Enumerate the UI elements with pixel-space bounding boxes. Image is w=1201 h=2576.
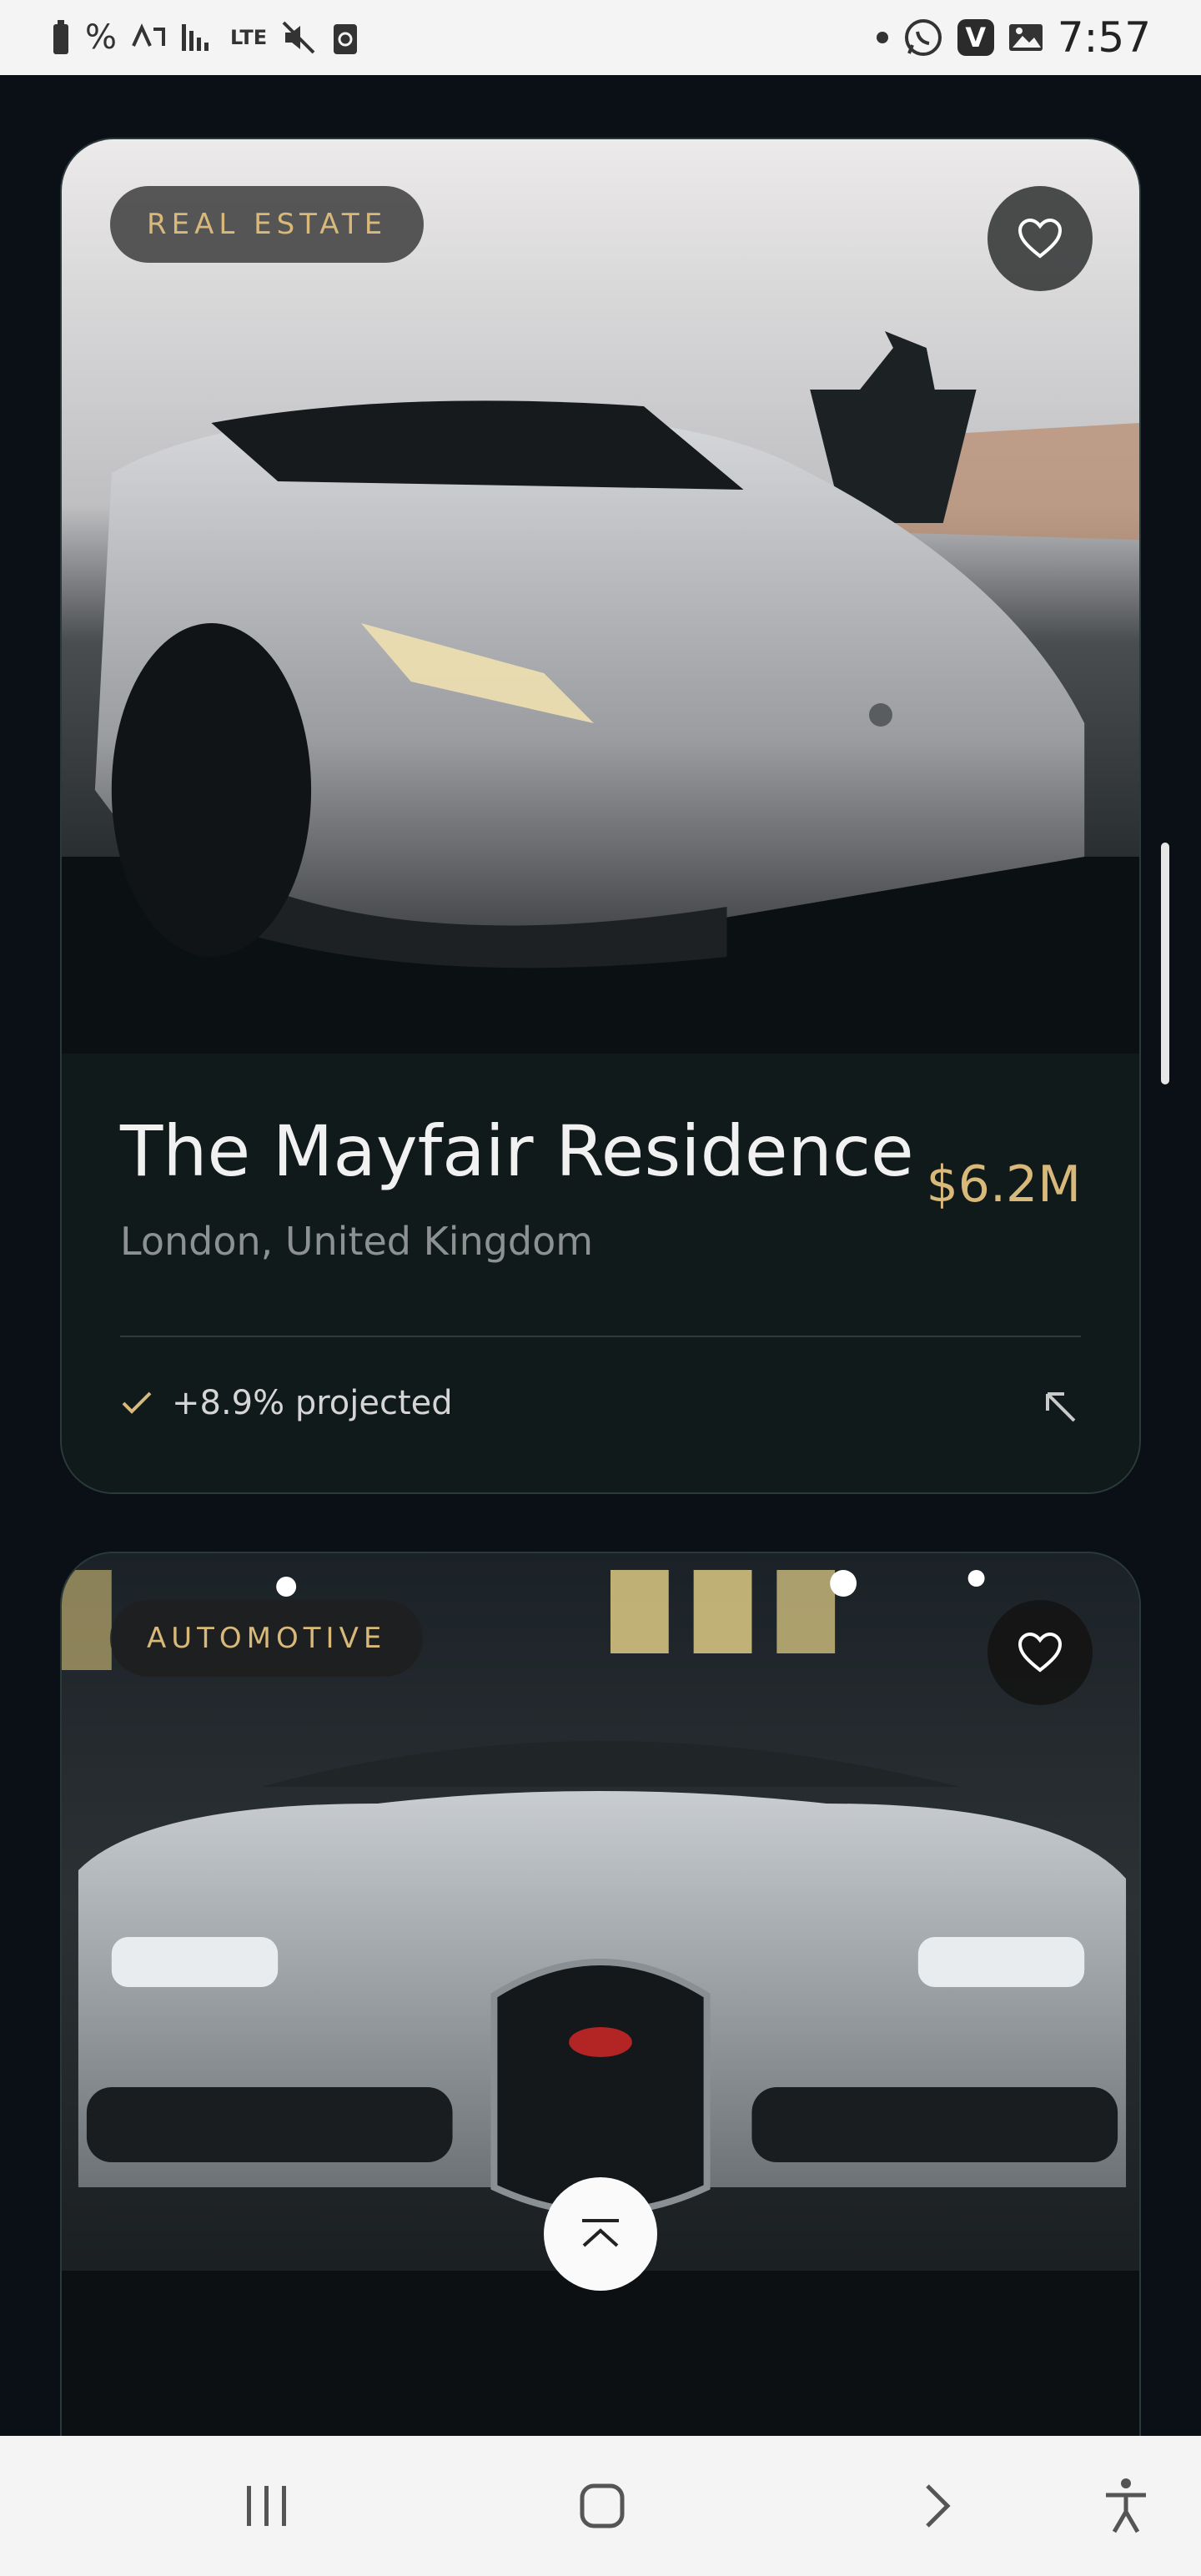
battery-icon xyxy=(53,20,68,54)
recycle-icon xyxy=(334,24,358,54)
category-badge: AUTOMOTIVE xyxy=(110,1600,424,1677)
recents-button[interactable] xyxy=(242,2483,292,2529)
listing-location: London, United Kingdom xyxy=(120,1219,594,1264)
listing-title: The Mayfair Residence xyxy=(120,1110,914,1192)
clock: 7:57 xyxy=(1057,13,1151,62)
heart-icon xyxy=(1018,1632,1063,1673)
projection-row: +8.9% projected xyxy=(120,1384,453,1422)
sports-car-illustration xyxy=(62,139,1139,1054)
heart-icon xyxy=(1018,218,1063,259)
chevron-up-icon xyxy=(582,2219,619,2247)
app-notification-icon: V xyxy=(957,19,994,56)
status-left: % LTE xyxy=(50,19,360,56)
status-bar: % LTE V 7:57 xyxy=(0,0,1201,75)
listing-photo xyxy=(62,1553,1139,2436)
listing-card[interactable]: REAL ESTATE The Mayfair Residence London… xyxy=(60,138,1141,1494)
image-icon xyxy=(1008,24,1043,51)
network-type-label: LTE xyxy=(230,26,268,49)
accessibility-button[interactable] xyxy=(1101,2477,1151,2535)
scrollbar-thumb[interactable] xyxy=(1161,843,1169,1084)
listing-photo xyxy=(62,139,1139,1054)
divider xyxy=(120,1336,1081,1337)
listing-price: $6.2M xyxy=(926,1155,1081,1214)
hypercar-illustration xyxy=(62,1553,1139,2436)
listing-info: The Mayfair Residence London, United Kin… xyxy=(62,1054,1139,1492)
check-icon xyxy=(122,1391,152,1414)
projection-text: +8.9% projected xyxy=(172,1384,453,1422)
listing-card[interactable]: AUTOMOTIVE xyxy=(60,1552,1141,2436)
status-right: V 7:57 xyxy=(876,13,1151,62)
favorite-button[interactable] xyxy=(987,186,1093,291)
signal-wave-icon xyxy=(132,23,166,47)
system-nav-bar xyxy=(0,2436,1201,2576)
category-badge: REAL ESTATE xyxy=(110,186,425,263)
battery-percent-text: % xyxy=(85,18,118,57)
home-button[interactable] xyxy=(577,2481,627,2531)
mute-icon xyxy=(282,21,315,54)
open-listing-button[interactable] xyxy=(1041,1387,1081,1427)
whatsapp-icon xyxy=(904,19,942,56)
signal-bars-icon xyxy=(182,24,209,51)
accessibility-icon xyxy=(1106,2478,1146,2533)
arrow-up-left-icon xyxy=(1046,1392,1076,1422)
back-button[interactable] xyxy=(921,2481,954,2531)
recents-icon xyxy=(247,2486,286,2526)
scroll-to-top-button[interactable] xyxy=(544,2177,657,2291)
back-icon xyxy=(926,2484,951,2528)
dot-icon xyxy=(876,32,888,43)
home-icon xyxy=(580,2483,625,2528)
feed[interactable]: REAL ESTATE The Mayfair Residence London… xyxy=(0,75,1201,2436)
favorite-button[interactable] xyxy=(987,1600,1093,1705)
